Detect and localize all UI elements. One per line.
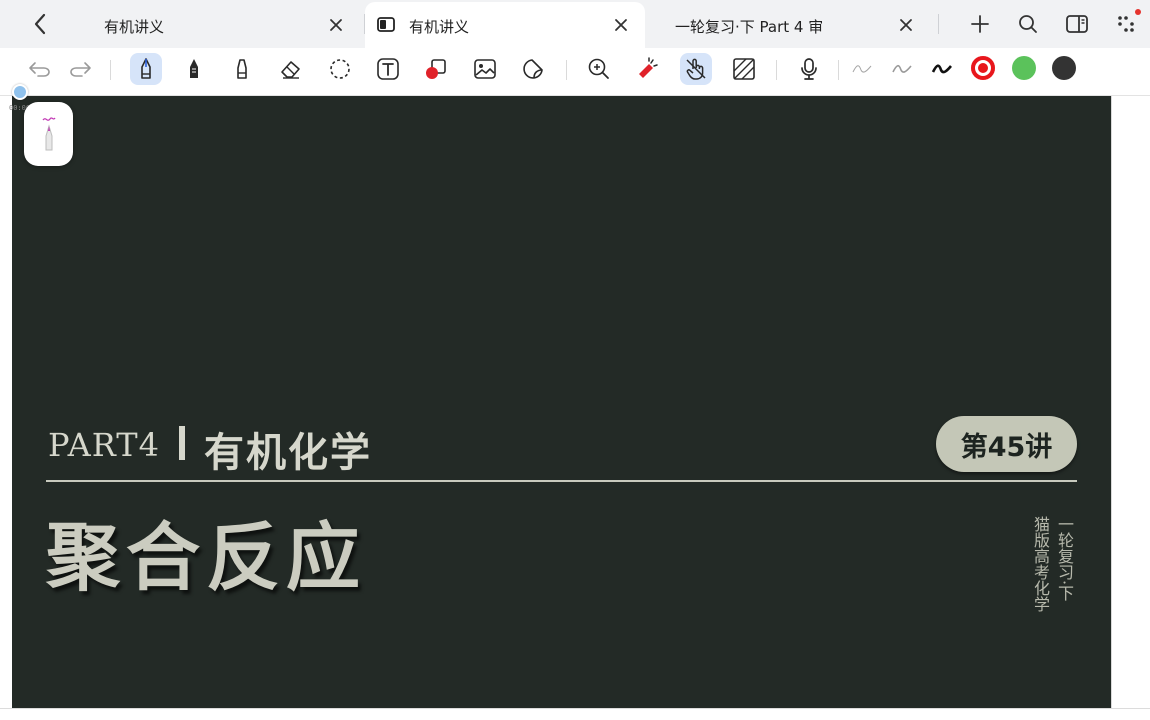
split-view-icon [377,17,395,36]
ruler-hatch-icon [733,58,755,80]
laser-pointer-tool[interactable] [631,53,663,85]
toolbar-divider [566,60,567,80]
eraser-icon [281,61,300,79]
lasso-icon [330,59,350,79]
series-name-vertical: 一轮复习·下 [1055,516,1074,602]
eraser-tool[interactable] [275,53,307,85]
tab-review-part4[interactable]: 一轮复习·下 Part 4 审 [648,2,928,48]
close-icon [900,19,912,31]
redo-icon [70,62,91,77]
chevron-left-icon [34,13,46,35]
image-tool[interactable] [469,53,501,85]
ruler-tool[interactable] [728,53,760,85]
laser-pointer-icon [639,57,658,78]
pencil-tool[interactable] [178,53,210,85]
back-button[interactable] [22,8,58,40]
lecture-number-badge: 第45讲 [936,416,1077,472]
sticker-tool[interactable] [517,53,549,85]
section-title: 有机化学 [204,430,372,476]
page-margin-right [1111,96,1150,720]
tab-lecture-notes-2[interactable]: 有机讲义 [365,2,645,48]
microphone-button[interactable] [793,53,825,85]
hand-touch-icon [686,58,706,80]
page-bottom-strip [0,708,1150,720]
tab-close-button[interactable] [325,14,347,36]
color-swatch-green[interactable] [1012,56,1036,80]
tab-label: 有机讲义 [409,18,470,36]
lasso-tool[interactable] [324,53,356,85]
new-tab-button[interactable] [965,10,995,38]
shapes-tool[interactable] [420,53,452,85]
highlighter-icon [237,59,247,79]
tab-lecture-notes-1[interactable]: 有机讲义 [70,2,360,48]
close-icon [615,19,627,31]
redo-button[interactable] [64,53,96,85]
title-rule [46,480,1077,482]
tab-bar: 有机讲义 有机讲义 一轮复习·下 Part 4 审 [0,0,1150,48]
slide-page[interactable]: PART4 有机化学 第45讲 聚合反应 一轮复习·下 猫版高考化学 [12,96,1111,708]
tab-label: 有机讲义 [104,18,165,36]
highlighter-tool[interactable] [226,53,258,85]
notification-dot [1135,9,1141,15]
tab-label: 一轮复习·下 Part 4 审 [675,18,824,36]
shapes-icon [426,59,446,79]
tab-close-button[interactable] [610,14,632,36]
close-icon [330,19,342,31]
undo-icon [29,62,50,77]
text-box-icon [377,58,399,80]
tool-bar [0,48,1150,96]
toolbar-divider [110,60,111,80]
thin-stroke-icon [852,65,872,73]
search-icon [1019,15,1037,33]
floating-pen-widget[interactable] [24,102,73,166]
touch-draw-tool[interactable] [680,53,712,85]
microphone-icon [801,58,817,80]
part-separator-bar [179,426,185,460]
toolbar-divider [776,60,777,80]
recording-indicator[interactable] [12,84,28,100]
grid-dots-icon [1118,16,1134,32]
sidebar-panel-icon [1066,15,1088,33]
stroke-medium[interactable] [886,53,918,85]
tab-divider [938,14,939,34]
toolbar-divider [838,60,839,80]
fountain-pen-icon [141,58,151,79]
zoom-tool[interactable] [583,53,615,85]
medium-stroke-icon [892,64,912,73]
undo-button[interactable] [24,53,56,85]
text-tool[interactable] [372,53,404,85]
pencil-icon [190,59,198,78]
color-swatch-red[interactable] [971,56,995,80]
thick-stroke-icon [931,64,952,74]
stroke-thin[interactable] [846,53,878,85]
tab-close-button[interactable] [895,14,917,36]
plus-icon [971,15,989,33]
pen-preview-icon [41,117,56,151]
search-button[interactable] [1013,10,1043,38]
color-swatch-black[interactable] [1052,56,1076,80]
fountain-pen-tool[interactable] [130,53,162,85]
brand-name-vertical: 猫版高考化学 [1031,516,1050,612]
zoom-in-icon [588,58,609,79]
part-label: PART4 [48,426,160,464]
sticker-icon [523,59,543,79]
main-title: 聚合反应 [46,515,366,601]
image-icon [474,59,496,79]
stroke-thick[interactable] [926,53,958,85]
sidebar-toggle-button[interactable] [1062,10,1092,38]
page-margin-left [0,96,12,720]
